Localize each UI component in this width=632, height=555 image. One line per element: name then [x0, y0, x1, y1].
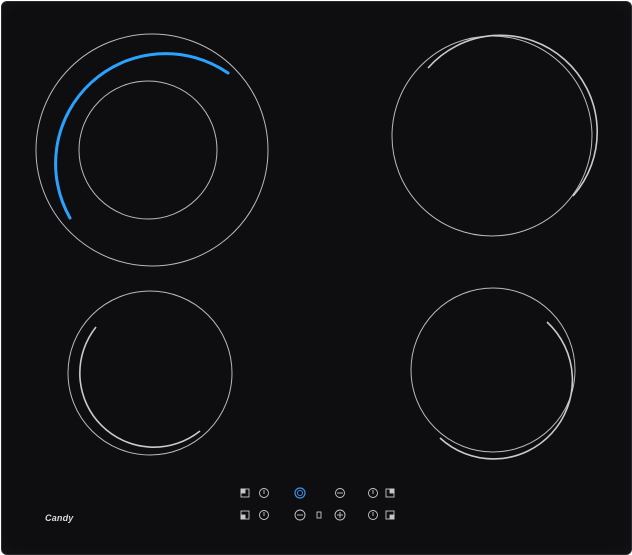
zone-select-icon[interactable]: [240, 510, 250, 520]
touch-control-panel: [240, 487, 395, 521]
zone-ring: [391, 35, 593, 237]
zone-marker-arc: [439, 321, 574, 460]
timer-icon[interactable]: [368, 510, 378, 520]
power-icon[interactable]: [294, 487, 306, 499]
zone-marker-arc: [427, 34, 598, 197]
level-display-icon: [316, 511, 322, 519]
timer-icon[interactable]: [368, 488, 378, 498]
lock-icon[interactable]: [335, 488, 345, 498]
zone-ring: [67, 290, 233, 456]
zone-ring: [410, 287, 576, 453]
zone-marker-arc: [79, 326, 201, 448]
cooking-zone-bottom-left[interactable]: [67, 290, 233, 456]
timer-icon[interactable]: [259, 510, 269, 520]
cooking-zone-dual[interactable]: [35, 33, 269, 267]
brand-logo-text: Candy: [45, 513, 74, 523]
brand-logo: Candy: [45, 513, 74, 523]
minus-icon[interactable]: [294, 509, 306, 521]
zone-select-icon[interactable]: [240, 488, 250, 498]
plus-icon[interactable]: [334, 509, 346, 521]
zone-outer-ring: [35, 33, 269, 267]
cooking-zone-bottom-right[interactable]: [410, 287, 576, 460]
zone-inner-ring: [78, 80, 218, 220]
cooking-zones: [35, 33, 598, 521]
zone-select-icon[interactable]: [385, 488, 395, 498]
timer-icon[interactable]: [259, 488, 269, 498]
cooking-zone-rear-right[interactable]: [391, 34, 598, 237]
zone-select-icon[interactable]: [385, 510, 395, 520]
